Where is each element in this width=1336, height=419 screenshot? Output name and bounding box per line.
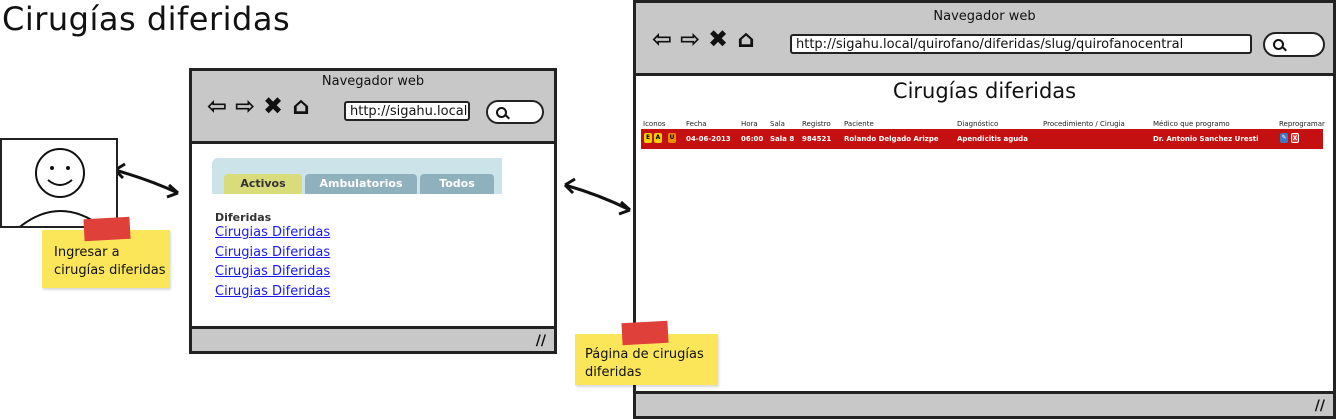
cell-medico: Dr. Antonio Sanchez Uresti [1153, 135, 1259, 143]
cell-sala: Sala 8 [770, 135, 795, 143]
browser-statusbar: // [636, 391, 1333, 416]
col-header-reprogramar: Reprogramar [1279, 120, 1325, 128]
link-cirugias-diferidas[interactable]: Cirugias Diferidas [215, 225, 330, 240]
status-icon[interactable]: U [668, 133, 676, 143]
back-arrow-icon[interactable]: ⇦ [204, 94, 230, 118]
col-header-hora: Hora [741, 120, 758, 128]
small-browser-window: Navegador web ⇦ ⇨ ✖ ⌂ http://sigahu.loca… [189, 68, 557, 354]
browser-title: Navegador web [933, 9, 1036, 24]
content-heading: Cirugías diferidas [892, 79, 1077, 103]
user-avatar [0, 138, 118, 228]
note-tape [83, 216, 131, 242]
status-icon[interactable]: A [654, 133, 662, 143]
link-cirugias-diferidas[interactable]: Cirugias Diferidas [215, 284, 330, 299]
col-header-sala: Sala [770, 120, 785, 128]
link-cirugias-diferidas[interactable]: Cirugias Diferidas [215, 245, 330, 260]
browser-content: Activos Ambulatorios Todos Diferidas Cir… [192, 144, 554, 329]
col-header-diagnostico: Diagnóstico [957, 120, 999, 128]
home-icon[interactable]: ⌂ [733, 27, 759, 51]
forward-arrow-icon[interactable]: ⇨ [232, 94, 258, 118]
browser-statusbar: // [192, 326, 554, 351]
col-header-procedimiento: Procedimiento / Cirugia [1043, 120, 1125, 128]
cell-fecha: 04-06-2013 [686, 135, 731, 143]
col-header-medico: Médico que programo [1153, 120, 1230, 128]
url-field[interactable]: http://sigahu.local/quirofano/diferidas/… [790, 34, 1252, 54]
forward-arrow-icon[interactable]: ⇨ [677, 27, 703, 51]
col-header-iconos: Iconos [643, 120, 666, 128]
browser-toolbar: Navegador web ⇦ ⇨ ✖ ⌂ http://sigahu.loca… [636, 3, 1333, 76]
stop-icon[interactable]: ✖ [705, 27, 731, 51]
tab-activos[interactable]: Activos [224, 174, 302, 194]
user-face-icon [19, 148, 103, 226]
search-icon [496, 107, 507, 118]
tab-todos[interactable]: Todos [420, 174, 494, 194]
home-icon[interactable]: ⌂ [288, 94, 314, 118]
cell-paciente: Rolando Delgado Arizpe [844, 135, 939, 143]
search-input[interactable] [1263, 32, 1325, 57]
search-icon [1273, 39, 1284, 50]
search-input[interactable] [486, 100, 544, 124]
stop-icon[interactable]: ✖ [260, 94, 286, 118]
cell-hora: 06:00 [741, 135, 764, 143]
section-heading: Diferidas [215, 211, 272, 224]
cell-registro: 984521 [802, 135, 832, 143]
cell-diagnostico: Apendicitis aguda [957, 135, 1028, 143]
url-field[interactable]: http://sigahu.local [344, 101, 470, 121]
col-header-registro: Registro [802, 120, 831, 128]
resize-handle-icon[interactable]: // [1315, 398, 1325, 414]
resize-handle-icon[interactable]: // [536, 333, 546, 349]
status-icon[interactable]: E [644, 133, 652, 143]
note-tape [621, 320, 669, 346]
col-header-paciente: Paciente [844, 120, 874, 128]
tab-ambulatorios[interactable]: Ambulatorios [305, 174, 417, 194]
edit-icon[interactable]: ✎ [1280, 133, 1288, 143]
browser-title: Navegador web [321, 74, 425, 89]
browser-toolbar: Navegador web ⇦ ⇨ ✖ ⌂ http://sigahu.loca… [192, 71, 554, 144]
large-browser-window: Navegador web ⇦ ⇨ ✖ ⌂ http://sigahu.loca… [633, 0, 1336, 419]
link-cirugias-diferidas[interactable]: Cirugias Diferidas [215, 264, 330, 279]
delete-icon[interactable]: X [1291, 133, 1299, 143]
col-header-fecha: Fecha [686, 120, 707, 128]
back-arrow-icon[interactable]: ⇦ [649, 27, 675, 51]
